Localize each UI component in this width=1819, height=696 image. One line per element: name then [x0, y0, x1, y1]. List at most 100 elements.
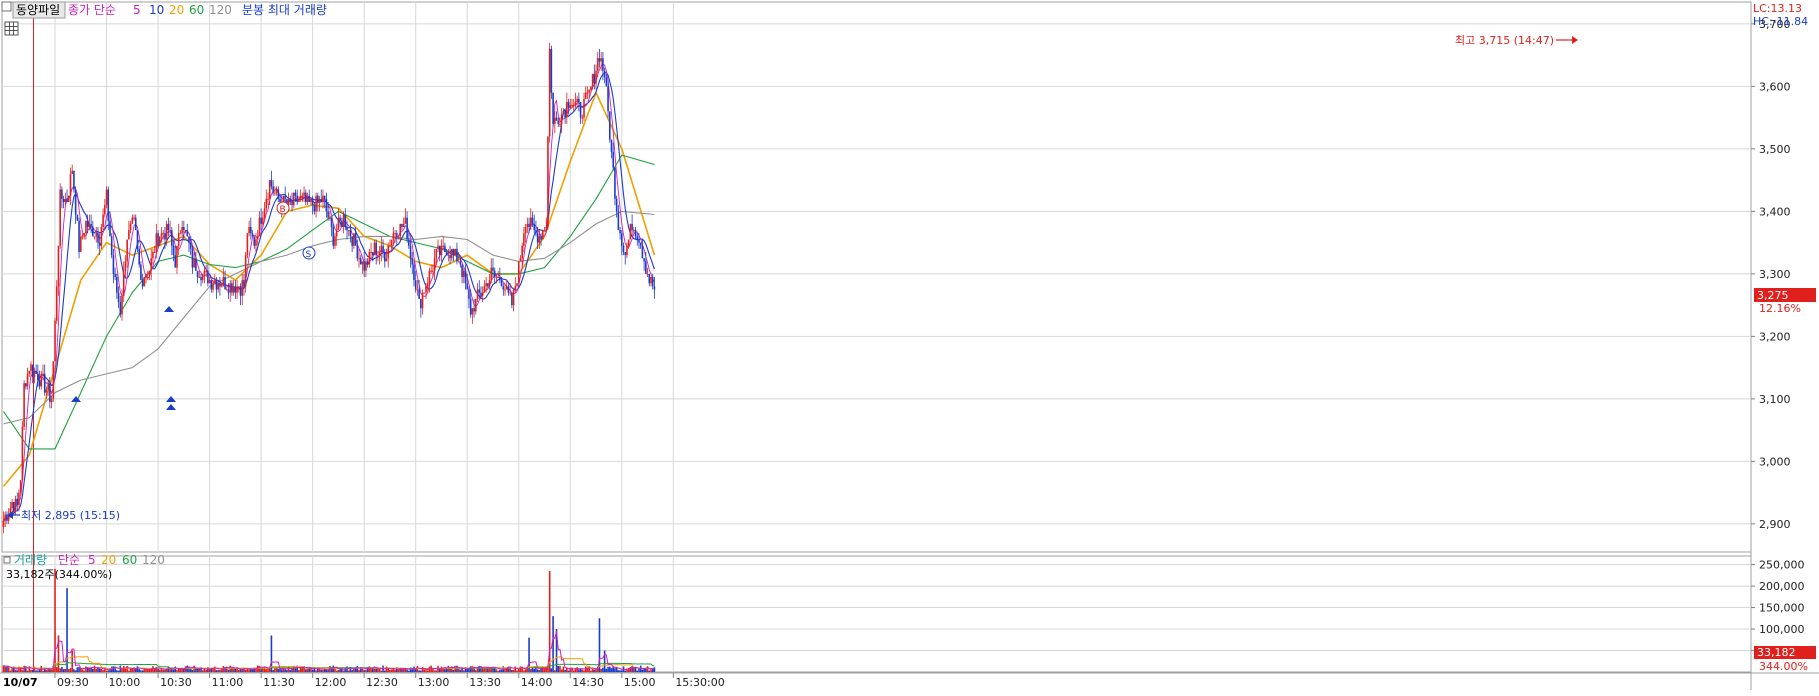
candle	[433, 258, 436, 271]
legend-ma10[interactable]: 10	[149, 3, 164, 17]
volume-legend-type[interactable]: 단순	[58, 553, 80, 567]
volume-bar	[244, 670, 247, 672]
chart-canvas[interactable]: 3,7003,6003,5003,4003,3003,2003,1003,000…	[0, 0, 1819, 692]
volume-bar	[593, 669, 596, 672]
volume-bar	[385, 666, 388, 672]
candle	[248, 227, 250, 234]
volume-bar	[500, 669, 503, 672]
volume-bar	[217, 669, 219, 672]
candle	[432, 270, 434, 272]
candle	[531, 217, 534, 224]
candle	[457, 261, 460, 263]
volume-bar	[634, 667, 637, 672]
candle	[511, 292, 513, 306]
candle	[177, 233, 180, 246]
volume-bar	[16, 670, 19, 672]
candle	[392, 233, 395, 240]
candle	[186, 230, 189, 237]
volume-bar	[93, 665, 96, 672]
candle	[308, 195, 311, 202]
candle	[624, 252, 627, 256]
candle	[591, 73, 594, 87]
high-arrow-icon	[1556, 36, 1578, 44]
legend-ma120[interactable]: 120	[209, 3, 232, 17]
volume-bar	[414, 668, 417, 672]
candle	[480, 292, 482, 296]
candle	[85, 220, 87, 234]
candle	[61, 189, 63, 199]
volume-legend-ma20[interactable]: 20	[101, 553, 116, 567]
candle	[11, 502, 13, 509]
candle	[456, 248, 458, 262]
volume-bar	[442, 668, 444, 672]
svg-text:B: B	[280, 205, 286, 215]
candle	[335, 230, 338, 237]
candle	[371, 252, 374, 256]
legend-ma20[interactable]: 20	[169, 3, 184, 17]
volume-axis-label: 200,000	[1759, 580, 1805, 593]
table-icon[interactable]	[4, 21, 19, 36]
candle	[57, 245, 60, 287]
volume-bar	[473, 668, 475, 672]
volume-bar	[49, 669, 51, 672]
price-legend-prefix[interactable]: 종가 단순	[68, 3, 116, 17]
candle	[342, 214, 345, 227]
volume-bar	[85, 666, 87, 672]
volume-bar	[64, 668, 67, 672]
collapse-icon[interactable]	[1, 1, 12, 12]
volume-bar	[255, 669, 257, 672]
candle	[337, 217, 340, 231]
volume-bar	[128, 670, 130, 672]
volume-bar	[55, 667, 58, 672]
volume-bar	[286, 669, 288, 672]
lc-label: LC:13.13	[1753, 2, 1802, 15]
volume-bar	[614, 668, 616, 672]
legend-ma5[interactable]: 5	[133, 3, 141, 17]
candle	[234, 286, 237, 293]
volume-bar	[160, 669, 163, 672]
volume-current-label: 33,182주(344.00%)	[6, 568, 112, 581]
candle	[320, 198, 323, 202]
candle	[298, 198, 300, 202]
candle	[351, 236, 353, 246]
sell-signal-marker[interactable]: S	[302, 246, 316, 260]
candle	[425, 286, 427, 293]
volume-bar	[475, 670, 477, 672]
legend-ma60[interactable]: 60	[189, 3, 204, 17]
volume-bar	[420, 670, 422, 672]
volume-bar	[45, 669, 48, 672]
candle	[83, 233, 86, 237]
candle	[212, 283, 214, 290]
volume-bar	[234, 668, 237, 672]
price-legend-suffix[interactable]: 분봉 최대 거래량	[242, 3, 327, 17]
volume-bar	[583, 670, 585, 672]
volume-bar	[554, 670, 556, 672]
volume-legend-ma60[interactable]: 60	[122, 553, 137, 567]
volume-legend-ma120[interactable]: 120	[142, 553, 165, 567]
volume-bar	[605, 668, 608, 672]
volume-bar	[511, 669, 513, 672]
volume-bar	[50, 669, 53, 672]
volume-legend-title[interactable]: 거래량	[14, 553, 47, 567]
candle	[382, 245, 384, 252]
candle	[274, 192, 276, 194]
candle	[222, 277, 225, 287]
volume-collapse-icon[interactable]	[3, 556, 11, 564]
volume-legend-ma5[interactable]: 5	[88, 553, 96, 567]
candle	[189, 242, 192, 249]
candle	[378, 252, 381, 256]
candle	[18, 492, 20, 506]
volume-bar	[543, 668, 546, 672]
candle	[102, 214, 104, 227]
candle	[325, 198, 328, 212]
candle	[160, 233, 163, 237]
candle	[567, 102, 570, 109]
candle	[78, 220, 80, 252]
buy-signal-marker[interactable]: B	[276, 201, 290, 215]
candle	[595, 70, 597, 84]
volume-bar	[215, 669, 218, 672]
candle	[64, 198, 67, 202]
candle	[598, 58, 601, 62]
candle	[188, 236, 190, 243]
volume-bar	[559, 665, 561, 672]
